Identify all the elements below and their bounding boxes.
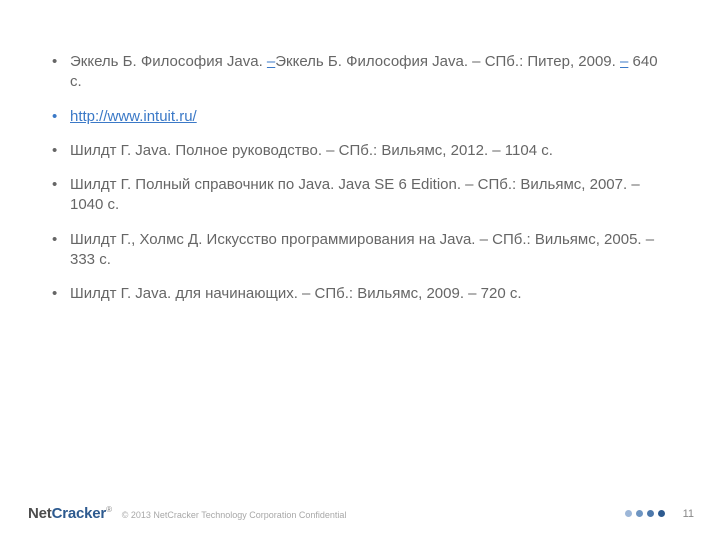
text-run: Шилдт Г. Полный справочник по Java. Java… <box>70 176 640 213</box>
brand-logo: NetCracker® <box>28 505 112 522</box>
text-run: Шилдт Г., Холмс Д. Искусство программиро… <box>70 231 654 268</box>
slide-content: Эккель Б. Философия Java. –Эккель Б. Фил… <box>0 0 720 304</box>
list-item: Шилдт Г. Java. для начинающих. – СПб.: В… <box>52 284 670 304</box>
list-item: Шилдт Г. Полный справочник по Java. Java… <box>52 175 670 216</box>
logo-text-cracker: Cracker <box>52 505 106 522</box>
hyperlink[interactable]: http://www.intuit.ru/ <box>70 108 197 125</box>
copyright-text: © 2013 NetCracker Technology Corporation… <box>122 510 347 520</box>
page-number: 11 <box>683 508 694 520</box>
text-run: Шилдт Г. Java. для начинающих. – СПб.: В… <box>70 285 522 302</box>
footer: NetCracker® © 2013 NetCracker Technology… <box>0 505 720 522</box>
footer-right: 11 <box>625 508 694 520</box>
link-text: – <box>267 53 275 70</box>
text-run: Эккель Б. Философия Java. – СПб.: Питер,… <box>275 53 620 70</box>
logo-block: NetCracker® © 2013 NetCracker Technology… <box>28 505 346 522</box>
list-item: Эккель Б. Философия Java. –Эккель Б. Фил… <box>52 52 670 93</box>
logo-text-net: Net <box>28 505 52 522</box>
list-item: Шилдт Г. Java. Полное руководство. – СПб… <box>52 141 670 161</box>
decor-dots-icon <box>625 510 665 517</box>
reference-list: Эккель Б. Философия Java. –Эккель Б. Фил… <box>52 52 670 304</box>
list-item: Шилдт Г., Холмс Д. Искусство программиро… <box>52 230 670 271</box>
logo-registered: ® <box>106 505 112 514</box>
list-item: http://www.intuit.ru/ <box>52 107 670 127</box>
text-run: Шилдт Г. Java. Полное руководство. – СПб… <box>70 142 553 159</box>
text-run: Эккель Б. Философия Java. <box>70 53 267 70</box>
